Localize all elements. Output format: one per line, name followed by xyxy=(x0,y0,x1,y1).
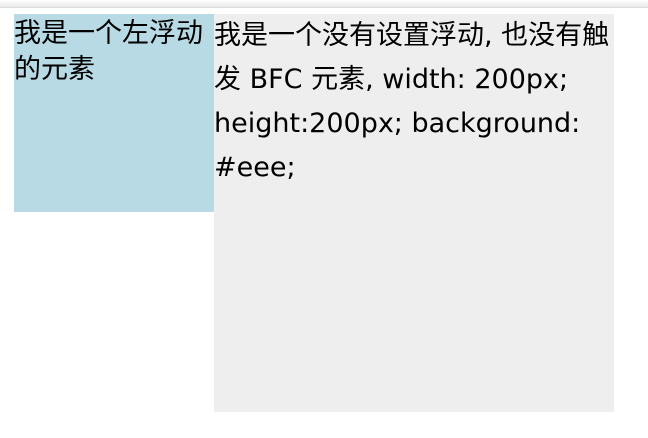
non-float-box: 我是一个没有设置浮动, 也没有触发 BFC 元素, width: 200px; … xyxy=(214,14,614,412)
non-float-text: 我是一个没有设置浮动, 也没有触发 BFC 元素, width: 200px; … xyxy=(214,20,610,183)
top-strip xyxy=(0,0,648,8)
left-float-text: 我是一个左浮动的元素 xyxy=(14,18,203,85)
left-float-box: 我是一个左浮动的元素 xyxy=(14,14,214,212)
